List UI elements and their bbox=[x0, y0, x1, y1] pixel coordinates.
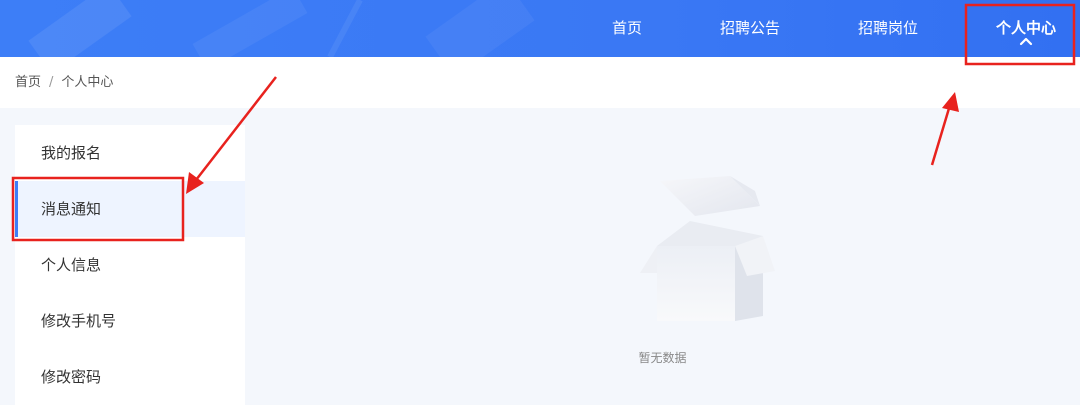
breadcrumb-bar: 首页 / 个人中心 bbox=[0, 57, 1080, 108]
nav-recruitment-notice[interactable]: 招聘公告 bbox=[720, 0, 780, 57]
sidebar-item-change-phone[interactable]: 修改手机号 bbox=[15, 293, 245, 349]
breadcrumb-home[interactable]: 首页 bbox=[15, 75, 41, 90]
nav-recruitment-positions[interactable]: 招聘岗位 bbox=[858, 0, 918, 57]
sidebar-item-personal-info[interactable]: 个人信息 bbox=[15, 237, 245, 293]
sidebar-item-change-password[interactable]: 修改密码 bbox=[15, 349, 245, 405]
sidebar-item-my-registrations[interactable]: 我的报名 bbox=[15, 125, 245, 181]
main-content: 暂无数据 bbox=[245, 108, 1080, 405]
chevron-up-icon bbox=[1019, 37, 1033, 46]
sidebar: 我的报名 消息通知 个人信息 修改手机号 修改密码 bbox=[15, 125, 245, 405]
sidebar-item-notifications[interactable]: 消息通知 bbox=[15, 181, 245, 237]
nav-personal-center[interactable]: 个人中心 bbox=[996, 0, 1056, 57]
top-navbar: 首页 招聘公告 招聘岗位 个人中心 bbox=[0, 0, 1080, 57]
breadcrumb-separator: / bbox=[49, 75, 54, 90]
nav-home[interactable]: 首页 bbox=[612, 0, 642, 57]
breadcrumb: 首页 / 个人中心 bbox=[15, 57, 113, 108]
empty-box-icon bbox=[640, 176, 775, 321]
empty-state-text: 暂无数据 bbox=[638, 351, 687, 365]
breadcrumb-current: 个人中心 bbox=[61, 75, 114, 90]
